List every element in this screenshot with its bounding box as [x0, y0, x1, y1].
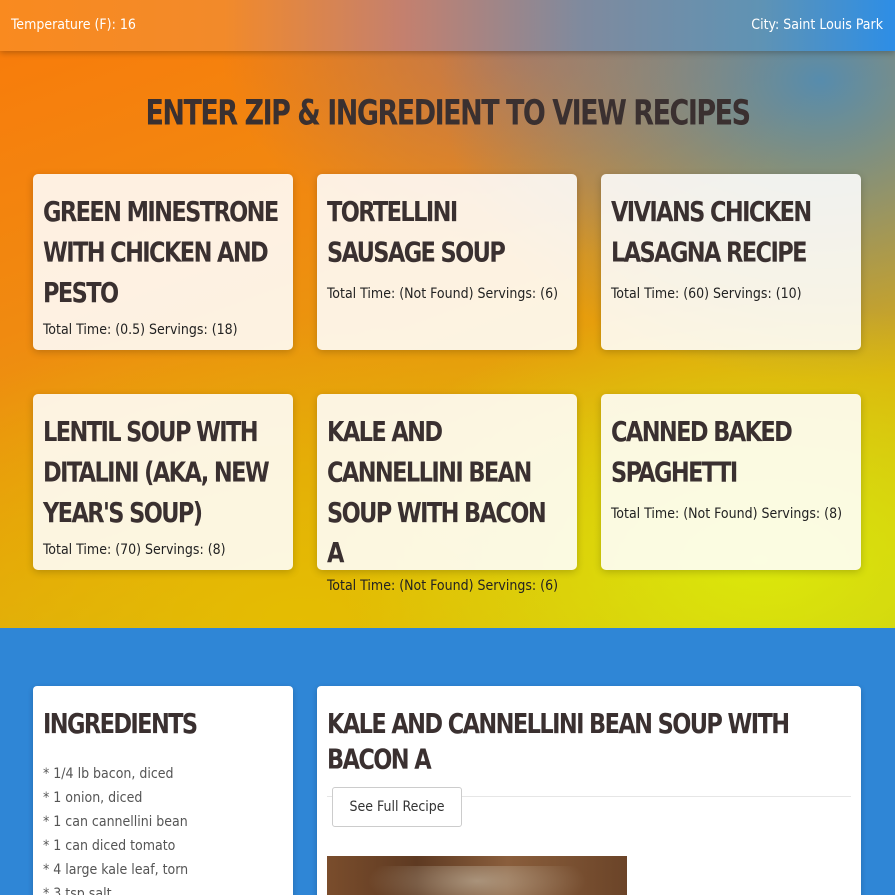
recipe-card-4[interactable]: Lentil Soup with Ditalini (aka, New Year…	[33, 394, 293, 570]
ingredients-title: Ingredients	[43, 707, 198, 740]
recipe-card-title: Tortellini Sausage Soup	[327, 195, 506, 269]
see-full-recipe-button[interactable]: See Full Recipe	[332, 787, 462, 827]
recipe-card-meta: Total Time: (70) Servings: (8)	[43, 542, 226, 558]
temperature-readout: Temperature (F): 16	[11, 17, 136, 33]
recipe-card-title: Lentil Soup with Ditalini (aka, New Year…	[43, 415, 270, 529]
ingredients-panel: Ingredients * 1/4 lb bacon, diced * 1 on…	[33, 686, 293, 895]
recipe-card-title: Canned Baked Spaghetti	[611, 415, 793, 489]
recipe-card-meta: Total Time: (Not Found) Servings: (6)	[327, 578, 559, 594]
recipe-card-meta: Total Time: (0.5) Servings: (18)	[43, 322, 238, 338]
recipe-card-meta: Total Time: (60) Servings: (10)	[611, 286, 802, 302]
recipe-card-title: Vivians Chicken Lasagna Recipe	[611, 195, 812, 269]
top-bar: Temperature (F): 16 City: Saint Louis Pa…	[0, 0, 895, 51]
recipe-card-5[interactable]: Kale and Cannellini Bean Soup with Bacon…	[317, 394, 577, 594]
ingredient-item: * 1 can cannellini bean	[43, 814, 188, 830]
recipe-photo	[327, 856, 627, 895]
ingredient-item: * 3 tsp salt	[43, 886, 112, 895]
recipe-card-1[interactable]: Green Minestrone with Chicken and Pesto …	[33, 174, 293, 350]
ingredient-item: * 1 onion, diced	[43, 790, 143, 806]
recipe-card-2[interactable]: Tortellini Sausage Soup Total Time: (Not…	[317, 174, 577, 350]
recipe-detail-title: Kale and Cannellini Bean Soup with Bacon…	[327, 707, 790, 776]
ingredients-list: * 1/4 lb bacon, diced * 1 onion, diced *…	[43, 762, 283, 895]
city-readout: City: Saint Louis Park	[751, 17, 883, 33]
recipe-card-title: Green Minestrone with Chicken and Pesto	[43, 195, 279, 309]
recipe-card-meta: Total Time: (Not Found) Servings: (8)	[611, 506, 843, 522]
recipe-card-meta: Total Time: (Not Found) Servings: (6)	[327, 286, 559, 302]
recipe-card-title: Kale and Cannellini Bean Soup with Bacon…	[327, 415, 547, 569]
recipe-detail-panel: Kale and Cannellini Bean Soup with Bacon…	[317, 686, 861, 895]
ingredient-item: * 4 large kale leaf, torn	[43, 862, 189, 878]
recipe-card-3[interactable]: Vivians Chicken Lasagna Recipe Total Tim…	[601, 174, 861, 350]
recipe-card-6[interactable]: Canned Baked Spaghetti Total Time: (Not …	[601, 394, 861, 570]
ingredient-item: * 1/4 lb bacon, diced	[43, 766, 174, 782]
ingredient-item: * 1 can diced tomato	[43, 838, 176, 854]
page-heading: Enter Zip & Ingredient to view recipes	[145, 93, 751, 134]
